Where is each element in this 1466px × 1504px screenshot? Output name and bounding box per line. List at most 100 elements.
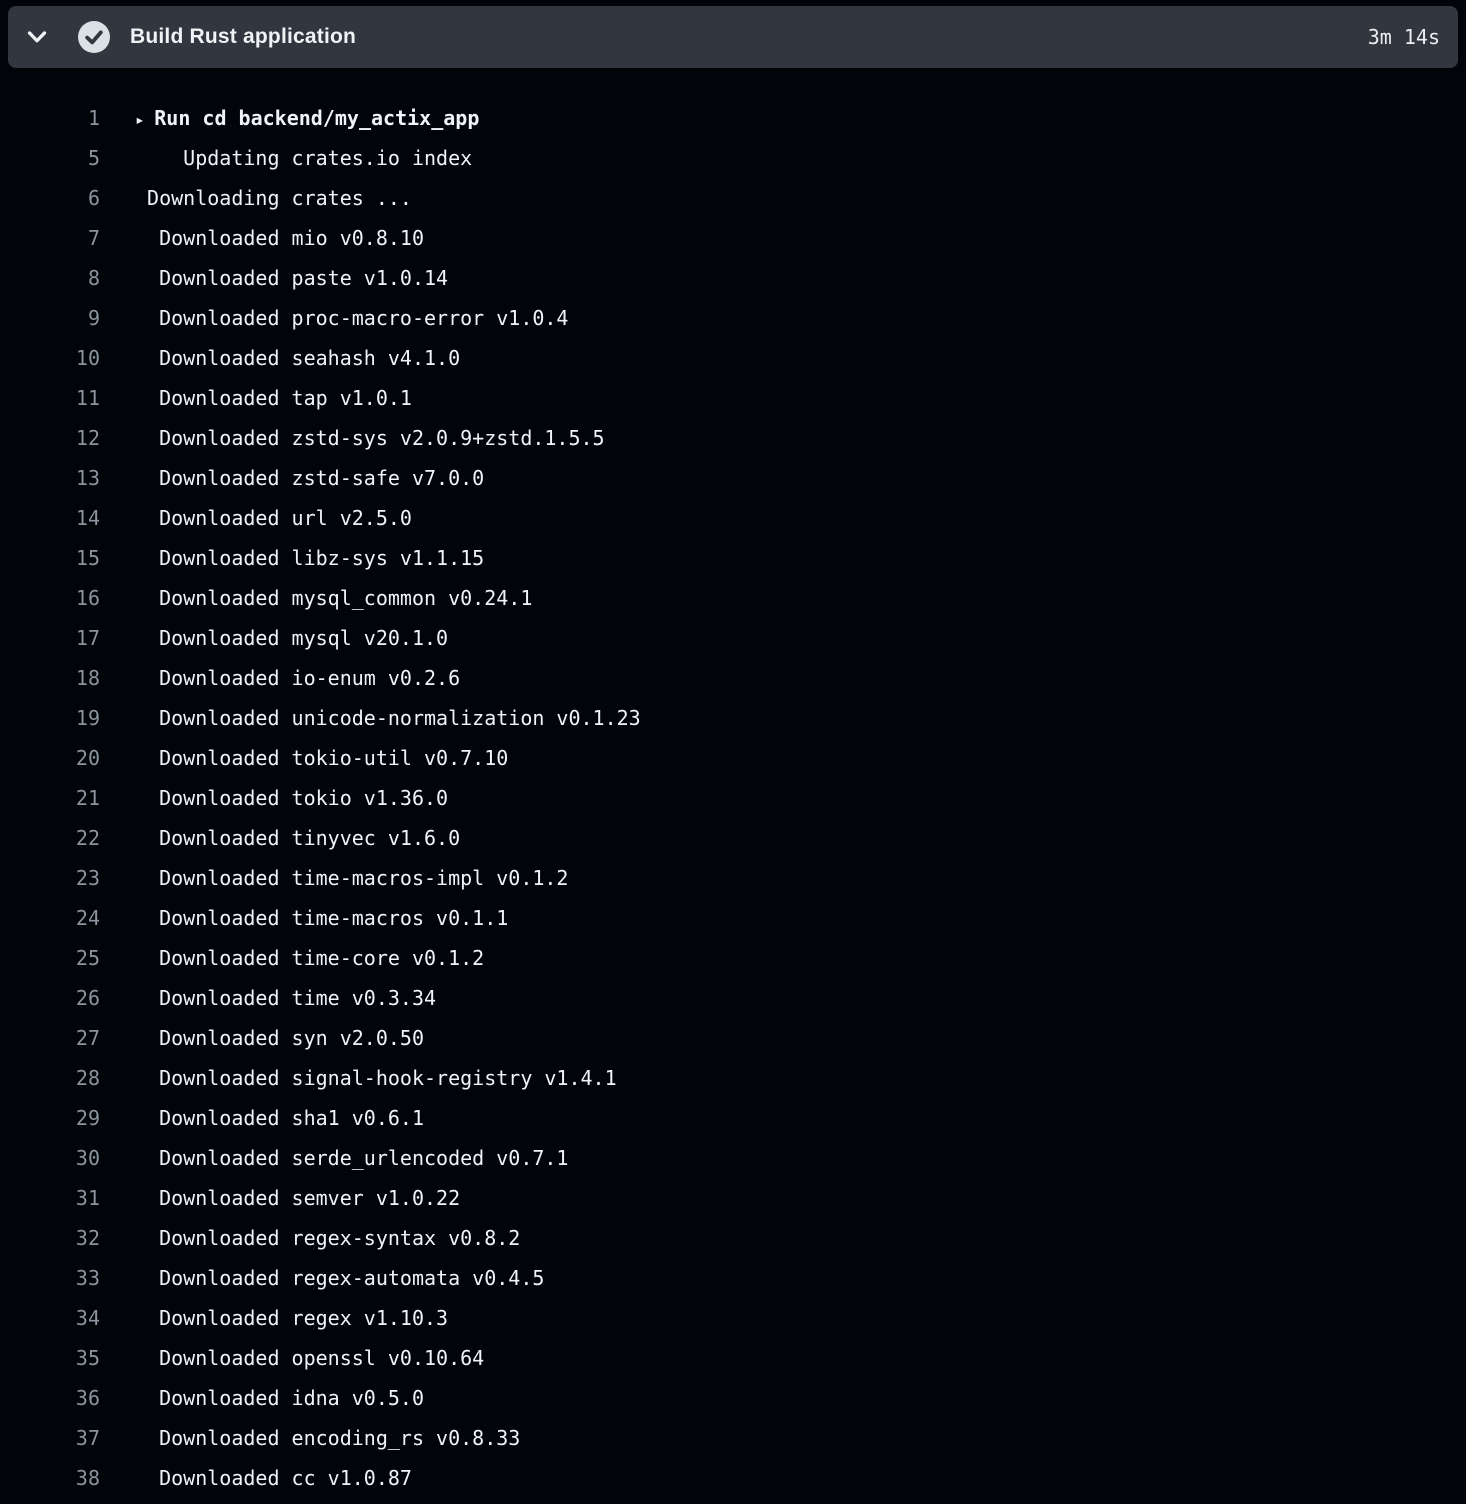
- log-line-number[interactable]: 12: [0, 418, 100, 458]
- log-line-number[interactable]: 33: [0, 1258, 100, 1298]
- step-duration: 3m 14s: [1368, 25, 1442, 49]
- log-line[interactable]: 30 ▸ Downloaded serde_urlencoded v0.7.1: [0, 1138, 1466, 1178]
- log-line-number[interactable]: 13: [0, 458, 100, 498]
- log-line-text: ▸ Downloading crates ...: [135, 178, 412, 218]
- log-line[interactable]: 37 ▸ Downloaded encoding_rs v0.8.33: [0, 1418, 1466, 1458]
- log-line-number[interactable]: 18: [0, 658, 100, 698]
- log-line[interactable]: 31 ▸ Downloaded semver v1.0.22: [0, 1178, 1466, 1218]
- log-line[interactable]: 26 ▸ Downloaded time v0.3.34: [0, 978, 1466, 1018]
- log-line[interactable]: 19 ▸ Downloaded unicode-normalization v0…: [0, 698, 1466, 738]
- log-line-number[interactable]: 29: [0, 1098, 100, 1138]
- log-line-text: ▸ Downloaded mysql v20.1.0: [135, 618, 448, 658]
- log-line-text: ▸ Downloaded paste v1.0.14: [135, 258, 448, 298]
- log-line[interactable]: 18 ▸ Downloaded io-enum v0.2.6: [0, 658, 1466, 698]
- log-line[interactable]: 8 ▸ Downloaded paste v1.0.14: [0, 258, 1466, 298]
- log-line-number[interactable]: 31: [0, 1178, 100, 1218]
- log-line-number[interactable]: 36: [0, 1378, 100, 1418]
- log-line-text: ▸ Downloaded serde_urlencoded v0.7.1: [135, 1138, 568, 1178]
- log-line[interactable]: 10 ▸ Downloaded seahash v4.1.0: [0, 338, 1466, 378]
- log-line-text: ▸ Downloaded tap v1.0.1: [135, 378, 412, 418]
- log-line-text: ▸ Downloaded libz-sys v1.1.15: [135, 538, 484, 578]
- log-line[interactable]: 38 ▸ Downloaded cc v1.0.87: [0, 1458, 1466, 1498]
- chevron-down-icon[interactable]: [24, 24, 50, 50]
- step-header-bar[interactable]: Build Rust application 3m 14s: [8, 6, 1458, 68]
- log-line-text: ▸ Downloaded time-core v0.1.2: [135, 938, 484, 978]
- log-lines: 1 ▸ Run cd backend/my_actix_app 5 ▸ Upda…: [0, 98, 1466, 1498]
- log-line[interactable]: 34 ▸ Downloaded regex v1.10.3: [0, 1298, 1466, 1338]
- log-line-text: ▸ Downloaded syn v2.0.50: [135, 1018, 424, 1058]
- log-line-number[interactable]: 21: [0, 778, 100, 818]
- log-line-number[interactable]: 14: [0, 498, 100, 538]
- log-line-text: ▸ Downloaded regex v1.10.3: [135, 1298, 448, 1338]
- log-line-number[interactable]: 24: [0, 898, 100, 938]
- log-line-number[interactable]: 26: [0, 978, 100, 1018]
- log-line-number[interactable]: 27: [0, 1018, 100, 1058]
- log-line[interactable]: 13 ▸ Downloaded zstd-safe v7.0.0: [0, 458, 1466, 498]
- log-line-number[interactable]: 10: [0, 338, 100, 378]
- log-line[interactable]: 36 ▸ Downloaded idna v0.5.0: [0, 1378, 1466, 1418]
- log-line-text: ▸ Downloaded cc v1.0.87: [135, 1458, 412, 1498]
- expand-arrow-icon[interactable]: ▸: [135, 110, 154, 129]
- log-line-number[interactable]: 16: [0, 578, 100, 618]
- log-line[interactable]: 28 ▸ Downloaded signal-hook-registry v1.…: [0, 1058, 1466, 1098]
- log-line[interactable]: 15 ▸ Downloaded libz-sys v1.1.15: [0, 538, 1466, 578]
- log-line-text: ▸ Downloaded io-enum v0.2.6: [135, 658, 460, 698]
- log-line-number[interactable]: 38: [0, 1458, 100, 1498]
- log-line-text: ▸ Downloaded tinyvec v1.6.0: [135, 818, 460, 858]
- log-line[interactable]: 1 ▸ Run cd backend/my_actix_app: [0, 98, 1466, 138]
- log-line-text: ▸ Downloaded time-macros-impl v0.1.2: [135, 858, 568, 898]
- log-line[interactable]: 33 ▸ Downloaded regex-automata v0.4.5: [0, 1258, 1466, 1298]
- log-line-number[interactable]: 15: [0, 538, 100, 578]
- log-line-text: ▸ Downloaded openssl v0.10.64: [135, 1338, 484, 1378]
- log-line-text: ▸ Downloaded semver v1.0.22: [135, 1178, 460, 1218]
- log-line[interactable]: 21 ▸ Downloaded tokio v1.36.0: [0, 778, 1466, 818]
- log-line-number[interactable]: 17: [0, 618, 100, 658]
- log-line-text: ▸ Downloaded regex-automata v0.4.5: [135, 1258, 544, 1298]
- log-line[interactable]: 32 ▸ Downloaded regex-syntax v0.8.2: [0, 1218, 1466, 1258]
- log-line-number[interactable]: 1: [0, 98, 100, 138]
- log-line-text: ▸ Downloaded regex-syntax v0.8.2: [135, 1218, 520, 1258]
- log-line-number[interactable]: 8: [0, 258, 100, 298]
- log-line[interactable]: 29 ▸ Downloaded sha1 v0.6.1: [0, 1098, 1466, 1138]
- log-line-number[interactable]: 28: [0, 1058, 100, 1098]
- log-line[interactable]: 17 ▸ Downloaded mysql v20.1.0: [0, 618, 1466, 658]
- log-line[interactable]: 12 ▸ Downloaded zstd-sys v2.0.9+zstd.1.5…: [0, 418, 1466, 458]
- log-line-number[interactable]: 20: [0, 738, 100, 778]
- log-line-text: ▸ Downloaded proc-macro-error v1.0.4: [135, 298, 568, 338]
- step-title: Build Rust application: [130, 25, 356, 49]
- log-line-number[interactable]: 30: [0, 1138, 100, 1178]
- log-line-text: ▸ Downloaded tokio-util v0.7.10: [135, 738, 508, 778]
- log-line-number[interactable]: 5: [0, 138, 100, 178]
- log-line[interactable]: 14 ▸ Downloaded url v2.5.0: [0, 498, 1466, 538]
- log-line-number[interactable]: 11: [0, 378, 100, 418]
- log-line[interactable]: 27 ▸ Downloaded syn v2.0.50: [0, 1018, 1466, 1058]
- log-line[interactable]: 24 ▸ Downloaded time-macros v0.1.1: [0, 898, 1466, 938]
- log-line[interactable]: 16 ▸ Downloaded mysql_common v0.24.1: [0, 578, 1466, 618]
- log-line-number[interactable]: 9: [0, 298, 100, 338]
- log-line-number[interactable]: 25: [0, 938, 100, 978]
- log-line-text: ▸ Updating crates.io index: [135, 138, 472, 178]
- log-line-number[interactable]: 19: [0, 698, 100, 738]
- log-line-text: ▸ Downloaded idna v0.5.0: [135, 1378, 424, 1418]
- log-line[interactable]: 6 ▸ Downloading crates ...: [0, 178, 1466, 218]
- log-line[interactable]: 11 ▸ Downloaded tap v1.0.1: [0, 378, 1466, 418]
- log-line[interactable]: 35 ▸ Downloaded openssl v0.10.64: [0, 1338, 1466, 1378]
- log-line[interactable]: 9 ▸ Downloaded proc-macro-error v1.0.4: [0, 298, 1466, 338]
- log-line[interactable]: 25 ▸ Downloaded time-core v0.1.2: [0, 938, 1466, 978]
- log-line-text: ▸ Downloaded zstd-sys v2.0.9+zstd.1.5.5: [135, 418, 605, 458]
- log-line[interactable]: 20 ▸ Downloaded tokio-util v0.7.10: [0, 738, 1466, 778]
- log-line-number[interactable]: 34: [0, 1298, 100, 1338]
- log-line-number[interactable]: 23: [0, 858, 100, 898]
- log-line-text: ▸ Downloaded url v2.5.0: [135, 498, 412, 538]
- log-line-number[interactable]: 37: [0, 1418, 100, 1458]
- log-line[interactable]: 7 ▸ Downloaded mio v0.8.10: [0, 218, 1466, 258]
- log-line-number[interactable]: 22: [0, 818, 100, 858]
- log-line[interactable]: 5 ▸ Updating crates.io index: [0, 138, 1466, 178]
- log-line-number[interactable]: 32: [0, 1218, 100, 1258]
- log-line-number[interactable]: 6: [0, 178, 100, 218]
- log-line-text: ▸ Downloaded zstd-safe v7.0.0: [135, 458, 484, 498]
- log-line[interactable]: 22 ▸ Downloaded tinyvec v1.6.0: [0, 818, 1466, 858]
- log-line-number[interactable]: 7: [0, 218, 100, 258]
- log-line-number[interactable]: 35: [0, 1338, 100, 1378]
- log-line[interactable]: 23 ▸ Downloaded time-macros-impl v0.1.2: [0, 858, 1466, 898]
